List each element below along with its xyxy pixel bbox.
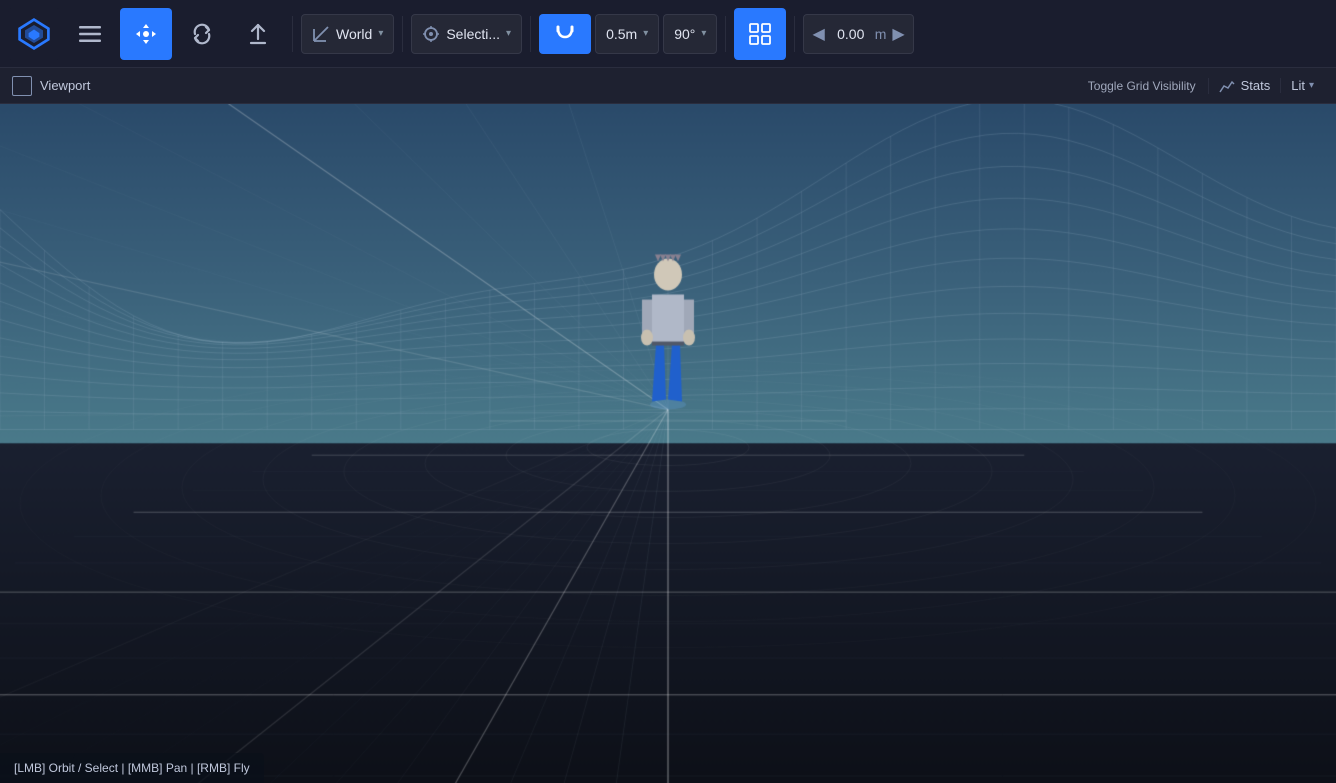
target-icon <box>422 25 440 43</box>
snap-caret: ▾ <box>643 28 648 39</box>
controls-hint: [LMB] Orbit / Select | [MMB] Pan | [RMB]… <box>0 753 264 783</box>
selection-label: Selecti... <box>446 26 500 42</box>
refresh-button[interactable] <box>176 8 228 60</box>
separator-2 <box>402 16 403 52</box>
snap-distance-label: 0.5m <box>606 26 637 42</box>
snap-distance-dropdown[interactable]: 0.5m ▾ <box>595 14 659 54</box>
separator-4 <box>725 16 726 52</box>
viewport-canvas[interactable]: [LMB] Orbit / Select | [MMB] Pan | [RMB]… <box>0 104 1336 783</box>
up-arrow-button[interactable] <box>232 8 284 60</box>
snap-angle-dropdown[interactable]: 90° ▾ <box>663 14 717 54</box>
selection-dropdown[interactable]: Selecti... ▾ <box>411 14 522 54</box>
separator-3 <box>530 16 531 52</box>
viewport-bar: Viewport Toggle Grid Visibility Stats Li… <box>0 68 1336 104</box>
angle-caret: ▾ <box>701 28 706 39</box>
grid-button[interactable] <box>734 8 786 60</box>
separator-5 <box>794 16 795 52</box>
coordinate-control: ◀ 0.00 m ▶ <box>803 14 913 54</box>
toggle-grid-button[interactable]: Toggle Grid Visibility <box>1076 79 1208 93</box>
viewport-icon <box>12 76 32 96</box>
move-tool-button[interactable] <box>120 8 172 60</box>
world-label: World <box>336 26 372 42</box>
axis-dropdown[interactable]: World ▾ <box>301 14 394 54</box>
separator-1 <box>292 16 293 52</box>
magnet-button[interactable] <box>539 14 591 54</box>
coord-value: 0.00 <box>831 26 871 42</box>
selection-caret: ▾ <box>506 28 511 39</box>
snap-angle-label: 90° <box>674 26 695 42</box>
stats-button[interactable]: Stats <box>1208 78 1281 94</box>
toolbar: World ▾ Selecti... ▾ 0.5m ▾ <box>0 0 1336 68</box>
viewport-title: Viewport <box>40 78 90 93</box>
world-caret: ▾ <box>378 28 383 39</box>
coord-prev-button[interactable]: ◀ <box>810 24 826 44</box>
scene-canvas <box>0 104 1336 783</box>
stats-icon <box>1219 78 1235 94</box>
logo-button[interactable] <box>8 8 60 60</box>
menu-button[interactable] <box>64 8 116 60</box>
coord-unit: m <box>875 26 887 42</box>
lit-dropdown[interactable]: Lit ▾ <box>1280 78 1324 93</box>
axis-icon <box>312 25 330 43</box>
coord-next-button[interactable]: ▶ <box>890 24 906 44</box>
